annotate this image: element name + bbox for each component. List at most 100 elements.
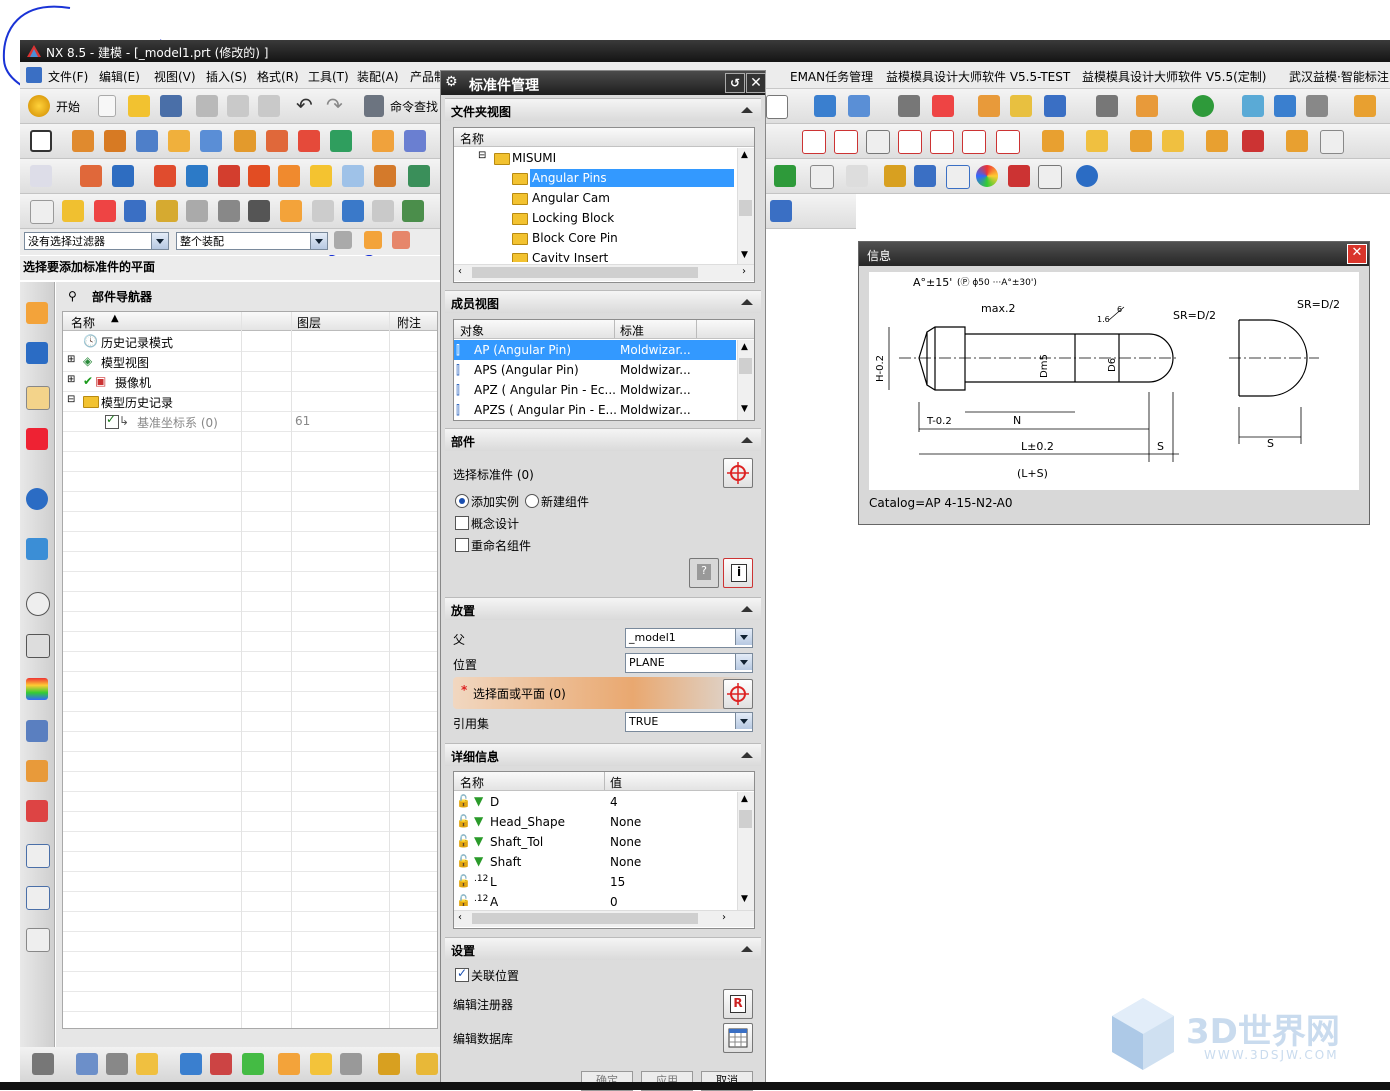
analysis-icon[interactable] bbox=[1242, 95, 1264, 117]
chevron-down-icon[interactable] bbox=[735, 629, 752, 645]
clip-icon[interactable] bbox=[416, 1053, 438, 1075]
member-scrollbar[interactable]: ▲ ▼ bbox=[737, 340, 754, 420]
column-layer[interactable]: 图层 bbox=[297, 314, 321, 331]
tree-item-misumi[interactable]: ⊟ MISUMI bbox=[454, 148, 736, 168]
web-browser-icon[interactable] bbox=[26, 538, 48, 560]
collapse-icon[interactable] bbox=[741, 752, 753, 758]
member-view-section[interactable]: 成员视图 bbox=[445, 290, 761, 313]
column-name[interactable]: 名称 bbox=[460, 130, 484, 147]
offset-face-icon[interactable] bbox=[1242, 130, 1264, 152]
detail-row[interactable]: 🔓 ▼ D 4 bbox=[454, 792, 736, 812]
system-materials-icon[interactable] bbox=[26, 634, 50, 658]
nav-row-model-history[interactable]: ⊟ 模型历史记录 bbox=[63, 391, 437, 412]
menu-insert[interactable]: 插入(S) bbox=[206, 68, 247, 85]
reference-set-select[interactable]: TRUE bbox=[625, 712, 753, 732]
chevron-down-icon[interactable] bbox=[735, 654, 752, 670]
detail-row[interactable]: 🔓 .12 L 15 bbox=[454, 872, 736, 892]
gear-icon[interactable]: ⚙ bbox=[445, 74, 458, 90]
detail-value[interactable]: 15 bbox=[610, 875, 625, 889]
point-on-curve-icon[interactable] bbox=[392, 231, 410, 249]
edit-database-button[interactable] bbox=[723, 1023, 753, 1053]
start-button[interactable]: 开始 bbox=[56, 98, 80, 115]
extrude-icon[interactable] bbox=[72, 130, 94, 152]
collapse-icon[interactable]: ⊟ bbox=[478, 150, 486, 161]
detail-value[interactable]: 4 bbox=[610, 795, 618, 809]
cylinder-icon[interactable] bbox=[168, 130, 190, 152]
chevron-down-icon[interactable] bbox=[310, 233, 327, 249]
constraint-icon[interactable] bbox=[242, 1053, 264, 1075]
project-curve-icon[interactable] bbox=[962, 130, 986, 154]
grid-icon[interactable] bbox=[94, 200, 116, 222]
parent-select[interactable]: _model1 bbox=[625, 628, 753, 648]
explode-icon[interactable] bbox=[378, 1053, 400, 1075]
detail-value[interactable]: 0 bbox=[610, 895, 618, 906]
pencil-icon[interactable] bbox=[62, 200, 84, 222]
tree-item-block-core-pin[interactable]: Block Core Pin bbox=[454, 228, 736, 248]
csys-icon[interactable] bbox=[124, 200, 146, 222]
chevron-down-icon[interactable] bbox=[151, 233, 168, 249]
column-value[interactable]: 值 bbox=[610, 774, 622, 791]
open-folder-icon[interactable] bbox=[128, 95, 150, 117]
member-row[interactable]: ⫿ AP (Angular Pin) Moldwizar... bbox=[454, 340, 736, 360]
block-icon[interactable] bbox=[136, 130, 158, 152]
scroll-left-icon[interactable]: ‹ bbox=[458, 912, 462, 923]
cavity-icon[interactable] bbox=[408, 165, 430, 187]
column-notes[interactable]: 附注 bbox=[397, 314, 421, 331]
edit-registry-button[interactable]: R bbox=[723, 989, 753, 1019]
scroll-up-icon[interactable]: ▲ bbox=[741, 342, 748, 352]
ejector-icon[interactable] bbox=[248, 165, 270, 187]
info-icon[interactable] bbox=[1076, 165, 1098, 187]
reuse-library-icon[interactable] bbox=[26, 428, 48, 450]
fit-view-icon[interactable] bbox=[848, 95, 870, 117]
help-button[interactable]: ? bbox=[689, 558, 719, 588]
collapse-icon[interactable] bbox=[741, 107, 753, 113]
interference-icon[interactable] bbox=[1274, 95, 1296, 117]
nav-row-model-views[interactable]: ⊞ ◈ 模型视图 bbox=[63, 351, 437, 372]
replace-icon[interactable] bbox=[106, 1053, 128, 1075]
history-icon[interactable] bbox=[26, 592, 50, 616]
part-section[interactable]: 部件 bbox=[445, 428, 761, 451]
detail-value[interactable]: None bbox=[610, 835, 641, 849]
measure-distance-icon[interactable] bbox=[1136, 95, 1158, 117]
folder-view-section[interactable]: 文件夹视图 bbox=[445, 98, 761, 121]
collapse-icon[interactable] bbox=[741, 437, 753, 443]
expand-icon[interactable]: ⊞ bbox=[67, 374, 75, 385]
pocket-tool-icon[interactable] bbox=[884, 165, 906, 187]
menu-eman[interactable]: EMAN任务管理 bbox=[790, 68, 873, 85]
create-box-icon[interactable] bbox=[774, 165, 796, 187]
part-navigator-icon[interactable] bbox=[26, 386, 50, 410]
details-section[interactable]: 详细信息 bbox=[445, 743, 761, 766]
associative-position-checkbox[interactable]: ✓ bbox=[455, 966, 469, 982]
snap-point-icon[interactable] bbox=[364, 231, 382, 249]
assembly-navigator-icon[interactable] bbox=[26, 302, 48, 324]
component-icon[interactable] bbox=[76, 1053, 98, 1075]
scroll-thumb[interactable] bbox=[472, 913, 698, 924]
revolve-icon[interactable] bbox=[104, 130, 126, 152]
scroll-thumb[interactable] bbox=[472, 267, 698, 278]
scroll-left-icon[interactable]: ‹ bbox=[458, 266, 462, 277]
menu-file[interactable]: 文件(F) bbox=[48, 68, 88, 85]
delete-face-icon[interactable] bbox=[1320, 130, 1344, 154]
doc-list-icon[interactable] bbox=[770, 200, 792, 222]
select-face-button[interactable] bbox=[723, 679, 753, 709]
hide-icon[interactable] bbox=[978, 95, 1000, 117]
boss-icon[interactable] bbox=[234, 130, 256, 152]
layout-1-icon[interactable] bbox=[26, 844, 50, 868]
new-file-icon[interactable] bbox=[98, 95, 116, 117]
cut-icon[interactable] bbox=[196, 95, 218, 117]
workpiece-icon[interactable] bbox=[156, 200, 178, 222]
bom-icon[interactable] bbox=[810, 165, 834, 189]
menu-app-icon[interactable] bbox=[26, 67, 42, 83]
tools-extra-icon[interactable] bbox=[1354, 95, 1376, 117]
hd3d-icon[interactable] bbox=[26, 488, 48, 510]
mold-base-icon[interactable] bbox=[80, 165, 102, 187]
draft-icon[interactable] bbox=[1008, 165, 1030, 187]
tree-item-angular-cam[interactable]: Angular Cam bbox=[454, 188, 736, 208]
document-icon[interactable] bbox=[30, 200, 54, 224]
start-icon[interactable] bbox=[28, 95, 50, 117]
collapse-icon[interactable] bbox=[741, 946, 753, 952]
links-icon[interactable] bbox=[310, 1053, 332, 1075]
close-icon[interactable]: ✕ bbox=[1347, 244, 1367, 264]
menu-yimo-test[interactable]: 益模模具设计大师软件 V5.5-TEST bbox=[886, 68, 1070, 85]
snap-view-icon[interactable] bbox=[1044, 95, 1066, 117]
